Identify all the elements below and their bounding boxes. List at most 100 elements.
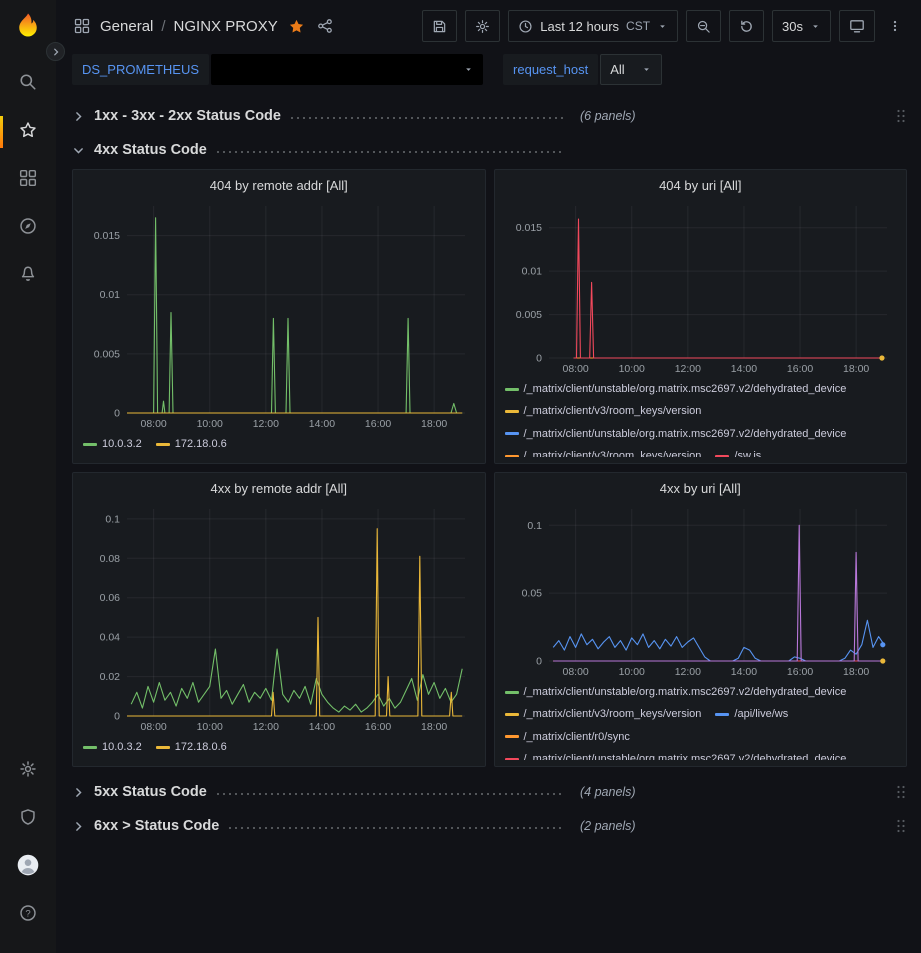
svg-text:14:00: 14:00 [309,721,335,733]
sidebar-item-starred[interactable] [0,108,56,156]
svg-text:12:00: 12:00 [674,666,700,678]
favorite-star-button[interactable] [286,16,307,37]
svg-text:0.01: 0.01 [100,289,121,301]
timeseries-chart[interactable]: 00.0050.010.01508:0010:0012:0014:0016:00… [505,198,897,378]
sidebar-expand-button[interactable] [46,42,65,61]
svg-text:08:00: 08:00 [141,721,167,733]
legend-series-marker [505,388,519,391]
legend-series-label: /_matrix/client/unstable/org.matrix.msc2… [524,752,847,760]
row-drag-handle-icon[interactable] [895,108,907,124]
kebab-menu-button[interactable] [883,10,907,42]
svg-text:14:00: 14:00 [730,363,756,375]
zoom-out-icon [696,19,711,34]
svg-text:0.06: 0.06 [100,592,121,604]
legend-series-marker [505,713,519,716]
sidebar-item-server-admin[interactable] [0,795,56,843]
time-range-picker[interactable]: Last 12 hours CST [508,10,678,42]
svg-text:10:00: 10:00 [618,363,644,375]
share-dashboard-button[interactable] [315,16,335,36]
page-title[interactable]: NGINX PROXY [174,18,278,35]
refresh-interval-select[interactable]: 30s [772,10,831,42]
legend-item[interactable]: /_matrix/client/unstable/org.matrix.msc2… [505,752,847,760]
svg-text:16:00: 16:00 [365,418,391,430]
breadcrumb-folder[interactable]: General [100,18,153,35]
row-drag-handle-icon[interactable] [895,784,907,800]
legend-item[interactable]: 10.0.3.2 [83,740,142,754]
panel-title[interactable]: 404 by uri [All] [505,174,897,198]
timeseries-chart[interactable]: 00.050.108:0010:0012:0014:0016:0018:00 [505,501,897,681]
dashboard-settings-button[interactable] [465,10,500,42]
datasource-select[interactable] [211,54,483,85]
main-area: General / NGINX PROXY L [56,0,921,953]
legend-item[interactable]: 10.0.3.2 [83,437,142,451]
grafana-app: ? General / NGINX PROXY [0,0,921,953]
refresh-button[interactable] [729,10,764,42]
timeseries-chart[interactable]: 00.0050.010.01508:0010:0012:0014:0016:00… [83,198,475,433]
legend-series-label: 10.0.3.2 [102,437,142,451]
save-dashboard-button[interactable] [422,10,457,42]
row-title: 1xx - 3xx - 2xx Status Code [94,108,281,124]
dashboard-canvas: 1xx - 3xx - 2xx Status Code (6 panels) 4… [56,93,921,953]
chevron-right-icon [72,786,94,799]
legend-item[interactable]: /_matrix/client/unstable/org.matrix.msc2… [505,685,847,699]
sidebar-item-configuration[interactable] [0,747,56,795]
legend-item[interactable]: /_matrix/client/unstable/org.matrix.msc2… [505,427,847,441]
request-host-select[interactable]: All [600,54,662,85]
svg-text:0: 0 [114,711,120,723]
svg-text:14:00: 14:00 [309,418,335,430]
row-title: 4xx Status Code [94,142,207,158]
row-drag-handle-icon[interactable] [895,818,907,834]
panel-legend: /_matrix/client/unstable/org.matrix.msc2… [505,685,897,760]
legend-item[interactable]: 172.18.0.6 [156,437,227,451]
legend-item[interactable]: /_matrix/client/v3/room_keys/version [505,707,702,721]
panel-title[interactable]: 404 by remote addr [All] [83,174,475,198]
row-header-5xx[interactable]: 5xx Status Code (4 panels) [72,777,907,807]
row-dotted-leader [229,827,564,829]
panel-title[interactable]: 4xx by uri [All] [505,477,897,501]
sidebar-item-alerting[interactable] [0,252,56,300]
variables-bar: DS_PROMETHEUS request_host All [56,52,921,93]
legend-item[interactable]: /sw.js [715,449,761,457]
legend-item[interactable]: /_matrix/client/r0/sync [505,730,630,744]
bell-icon [19,265,37,288]
sidebar-item-dashboards[interactable] [0,156,56,204]
row-header-1xx-3xx-2xx[interactable]: 1xx - 3xx - 2xx Status Code (6 panels) [72,101,907,131]
legend-series-marker [156,746,170,749]
legend-item[interactable]: /api/live/ws [715,707,788,721]
sidebar-item-explore[interactable] [0,204,56,252]
sidebar-item-search[interactable] [0,60,56,108]
panel-4xx-by-remote-addr: 4xx by remote addr [All] 00.020.040.060.… [72,472,486,767]
svg-text:16:00: 16:00 [786,666,812,678]
zoom-out-button[interactable] [686,10,721,42]
timeseries-chart[interactable]: 00.020.040.060.080.108:0010:0012:0014:00… [83,501,475,736]
legend-item[interactable]: /_matrix/client/unstable/org.matrix.msc2… [505,382,847,396]
legend-series-marker [505,455,519,457]
grafana-logo-icon[interactable] [13,12,43,42]
panel-title[interactable]: 4xx by remote addr [All] [83,477,475,501]
legend-series-label: /_matrix/client/unstable/org.matrix.msc2… [524,685,847,699]
legend-series-label: /_matrix/client/v3/room_keys/version [524,707,702,721]
legend-series-marker [505,410,519,413]
legend-item[interactable]: /_matrix/client/v3/room_keys/version [505,449,702,457]
legend-item[interactable]: 172.18.0.6 [156,740,227,754]
row-header-4xx[interactable]: 4xx Status Code [72,135,907,165]
row-panel-count: (4 panels) [580,785,636,799]
svg-text:08:00: 08:00 [562,666,588,678]
apps-grid-icon [72,16,92,36]
panel-4xx-by-uri: 4xx by uri [All] 00.050.108:0010:0012:00… [494,472,908,767]
row-header-6xx[interactable]: 6xx > Status Code (2 panels) [72,811,907,841]
svg-text:18:00: 18:00 [421,418,447,430]
panel-legend: /_matrix/client/unstable/org.matrix.msc2… [505,382,897,457]
breadcrumb-separator: / [161,18,165,35]
sidebar-item-profile[interactable] [0,843,56,891]
svg-text:08:00: 08:00 [562,363,588,375]
chevron-down-icon [463,64,474,75]
sidebar-item-help[interactable]: ? [0,891,56,939]
legend-series-label: 10.0.3.2 [102,740,142,754]
share-icon [317,18,333,34]
tv-mode-button[interactable] [839,10,875,42]
legend-series-label: /api/live/ws [734,707,788,721]
legend-item[interactable]: /_matrix/client/v3/room_keys/version [505,404,702,418]
svg-text:18:00: 18:00 [843,666,869,678]
help-icon: ? [19,904,37,927]
